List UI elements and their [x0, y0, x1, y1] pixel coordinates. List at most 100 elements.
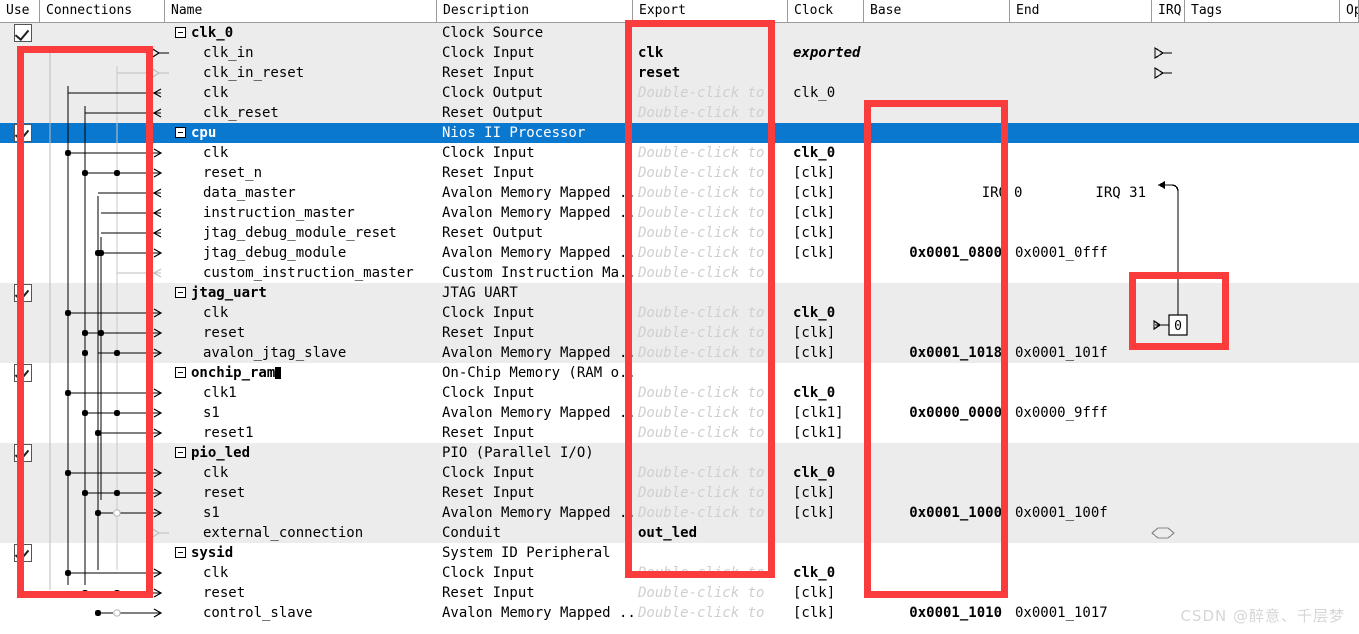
column-header-use[interactable]: Use	[0, 0, 40, 22]
cell-clock[interactable]: [clk]	[788, 503, 864, 523]
cell-description[interactable]: Clock Input	[437, 383, 633, 403]
cell-description[interactable]: Avalon Memory Mapped ..	[437, 203, 633, 223]
cell-description[interactable]: On-Chip Memory (RAM o..	[437, 363, 633, 383]
cell-description[interactable]: Reset Output	[437, 223, 633, 243]
cell-description[interactable]: System ID Peripheral	[437, 543, 633, 563]
cell-export-placeholder[interactable]: Double-click to	[633, 583, 788, 603]
port-name[interactable]: instruction_master	[203, 203, 435, 223]
column-header-export[interactable]: Export	[633, 0, 788, 22]
column-header-irq[interactable]: IRQ	[1152, 0, 1185, 22]
cell-description[interactable]: Clock Input	[437, 303, 633, 323]
column-header-tags[interactable]: Tags	[1185, 0, 1340, 22]
port-name[interactable]: reset_n	[203, 163, 435, 183]
column-header-opcode[interactable]: Op	[1340, 0, 1359, 22]
cell-description[interactable]: Avalon Memory Mapped ..	[437, 403, 633, 423]
module-name[interactable]: cpu	[191, 123, 423, 143]
cell-clock[interactable]: [clk]	[788, 483, 864, 503]
table-row[interactable]: reset Reset Input Double-click to [clk]	[0, 583, 1359, 603]
cell-irq-label-right[interactable]: IRQ 31	[1010, 183, 1152, 203]
cell-description[interactable]: Clock Input	[437, 143, 633, 163]
cell-description[interactable]: Reset Input	[437, 583, 633, 603]
module-name[interactable]: jtag_uart	[191, 283, 423, 303]
port-name[interactable]: reset	[203, 323, 435, 343]
cell-description[interactable]: Avalon Memory Mapped ..	[437, 503, 633, 523]
port-name[interactable]: jtag_debug_module_reset	[203, 223, 435, 243]
port-name[interactable]: s1	[203, 403, 435, 423]
cell-clock[interactable]: exported	[788, 43, 864, 63]
port-name[interactable]: clk_in_reset	[203, 63, 435, 83]
cell-export-placeholder[interactable]: Double-click to	[633, 603, 788, 623]
module-name[interactable]: pio_led	[191, 443, 423, 463]
port-name[interactable]: clk	[203, 563, 435, 583]
tree-collapse-icon[interactable]	[175, 27, 186, 38]
cell-description[interactable]: Clock Input	[437, 43, 633, 63]
cell-description[interactable]: Avalon Memory Mapped ..	[437, 183, 633, 203]
port-name[interactable]: clk	[203, 303, 435, 323]
cell-description[interactable]: Nios II Processor	[437, 123, 633, 143]
cell-clock[interactable]: clk_0	[788, 83, 864, 103]
tree-collapse-icon[interactable]	[175, 447, 186, 458]
cell-clock[interactable]: [clk]	[788, 163, 864, 183]
column-header-base[interactable]: Base	[864, 0, 1010, 22]
cell-clock[interactable]: [clk]	[788, 243, 864, 263]
port-name[interactable]: clk_reset	[203, 103, 435, 123]
tree-collapse-icon[interactable]	[175, 287, 186, 298]
port-name[interactable]: custom_instruction_master	[203, 263, 435, 283]
cell-description[interactable]: Clock Output	[437, 83, 633, 103]
cell-description[interactable]: Avalon Memory Mapped ..	[437, 243, 633, 263]
cell-description[interactable]: Reset Input	[437, 323, 633, 343]
cell-clock[interactable]: [clk1]	[788, 403, 864, 423]
cell-description[interactable]: Avalon Memory Mapped ..	[437, 343, 633, 363]
column-header-end[interactable]: End	[1010, 0, 1152, 22]
column-header-connections[interactable]: Connections	[40, 0, 165, 22]
cell-description[interactable]: Clock Source	[437, 23, 633, 43]
port-name[interactable]: clk1	[203, 383, 435, 403]
column-header-description[interactable]: Description	[437, 0, 633, 22]
cell-clock[interactable]: [clk]	[788, 183, 864, 203]
cell-description[interactable]: PIO (Parallel I/O)	[437, 443, 633, 463]
cell-clock[interactable]: [clk]	[788, 343, 864, 363]
port-name[interactable]: jtag_debug_module	[203, 243, 435, 263]
port-name[interactable]: external_connection	[203, 523, 435, 543]
port-name[interactable]: clk_in	[203, 43, 435, 63]
port-name[interactable]: reset	[203, 483, 435, 503]
port-name[interactable]: control_slave	[203, 603, 435, 623]
column-header-clock[interactable]: Clock	[788, 0, 864, 22]
table-row[interactable]: control_slave Avalon Memory Mapped .. Doub…	[0, 603, 1359, 623]
cell-description[interactable]: Reset Output	[437, 103, 633, 123]
cell-end-address[interactable]: 0x0000_9fff	[1010, 403, 1152, 423]
cell-clock[interactable]: clk_0	[788, 463, 864, 483]
cell-clock[interactable]: [clk]	[788, 223, 864, 243]
cell-description[interactable]: Reset Input	[437, 63, 633, 83]
port-name[interactable]: s1	[203, 503, 435, 523]
cell-clock[interactable]: [clk]	[788, 203, 864, 223]
cell-clock[interactable]: [clk]	[788, 603, 864, 623]
port-name[interactable]: data_master	[203, 183, 435, 203]
tree-collapse-icon[interactable]	[175, 547, 186, 558]
cell-end-address[interactable]: 0x0001_0fff	[1010, 243, 1152, 263]
cell-description[interactable]: Clock Input	[437, 563, 633, 583]
port-name[interactable]: clk	[203, 83, 435, 103]
cell-clock[interactable]: clk_0	[788, 563, 864, 583]
cell-description[interactable]: Clock Input	[437, 463, 633, 483]
module-name[interactable]: onchip_ram	[191, 363, 423, 383]
cell-end-address[interactable]: 0x0001_1017	[1010, 603, 1152, 623]
cell-description[interactable]: Custom Instruction Ma..	[437, 263, 633, 283]
cell-clock[interactable]: clk_0	[788, 143, 864, 163]
port-name[interactable]: clk	[203, 143, 435, 163]
cell-description[interactable]: Avalon Memory Mapped ..	[437, 603, 633, 623]
tree-collapse-icon[interactable]	[175, 127, 186, 138]
port-name[interactable]: avalon_jtag_slave	[203, 343, 435, 363]
use-checkbox[interactable]	[14, 24, 32, 42]
cell-clock[interactable]: [clk1]	[788, 423, 864, 443]
port-name[interactable]: clk	[203, 463, 435, 483]
port-name[interactable]: reset1	[203, 423, 435, 443]
cell-description[interactable]: Reset Input	[437, 483, 633, 503]
tree-collapse-icon[interactable]	[175, 367, 186, 378]
cell-description[interactable]: Reset Input	[437, 163, 633, 183]
column-header-name[interactable]: Name	[165, 0, 437, 22]
cell-clock[interactable]: clk_0	[788, 383, 864, 403]
cell-description[interactable]: JTAG UART	[437, 283, 633, 303]
cell-clock[interactable]: [clk]	[788, 323, 864, 343]
cell-clock[interactable]: [clk]	[788, 583, 864, 603]
